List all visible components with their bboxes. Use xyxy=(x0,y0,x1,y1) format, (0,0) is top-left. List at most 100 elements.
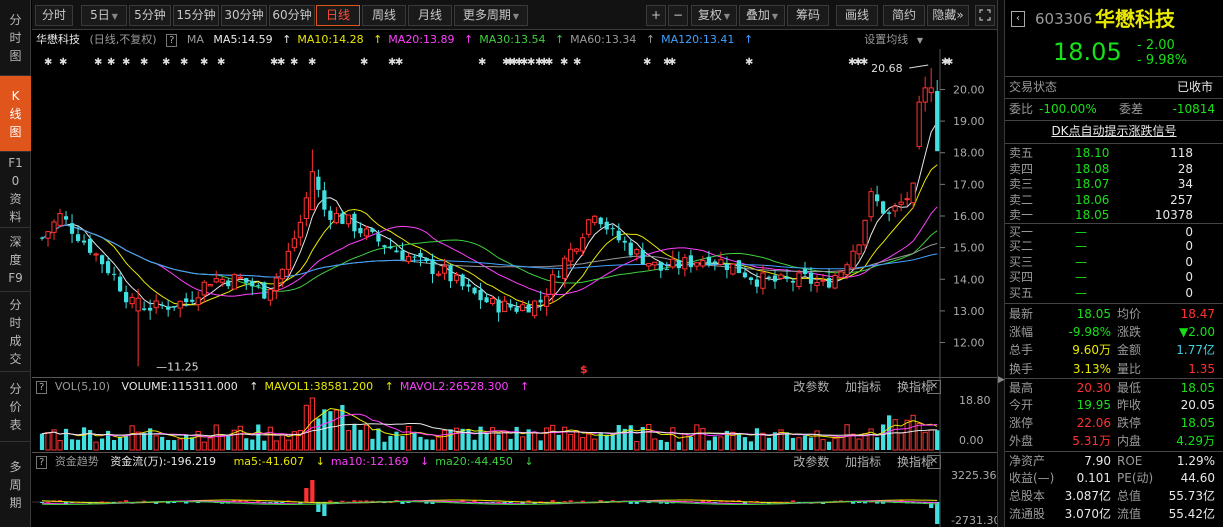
ma10-line xyxy=(41,164,938,306)
adjust-button[interactable]: 复权 ▼ xyxy=(691,5,737,26)
buy-level-row[interactable]: 买二 — 0 xyxy=(1005,238,1223,254)
volume-bar-down xyxy=(160,436,165,450)
stat-value: 5.31万 xyxy=(1072,434,1111,449)
chips-button[interactable]: 筹码 xyxy=(787,5,829,26)
candle-body-up xyxy=(904,198,910,201)
level-label: 卖一 xyxy=(1009,208,1034,222)
level-label: 买五 xyxy=(1009,285,1034,300)
panel-divider[interactable]: ▶ xyxy=(997,0,1005,527)
candle-body-down xyxy=(340,213,345,224)
candle-body-down xyxy=(81,240,87,243)
stat-value: 3.070亿 xyxy=(1064,507,1111,522)
volume-bar-up xyxy=(153,435,159,451)
weibi-label: 委比 xyxy=(1009,102,1034,116)
simple-button[interactable]: 简约 xyxy=(883,5,925,26)
fullscreen-button[interactable] xyxy=(975,5,995,26)
candle-body-down xyxy=(742,272,748,278)
nav-tab-timeshare[interactable]: 分时图 xyxy=(0,0,31,76)
sell-level-row[interactable]: 卖三 18.07 34 xyxy=(1005,176,1223,192)
draw-line-button[interactable]: 画线 xyxy=(836,5,878,26)
left-nav: 分时图 K线图 F10资料 深度F9 分时成交 分价表 多周期 xyxy=(0,0,31,527)
candle-body-down xyxy=(784,276,790,279)
nav-tab-kline[interactable]: K线图 xyxy=(0,76,31,152)
sell-level-row[interactable]: 卖二 18.06 257 xyxy=(1005,192,1223,208)
weicha-value: -10814 xyxy=(1172,102,1215,116)
kline-svg[interactable]: 20.00 19.00 18.00 17.00 16.00 15.00 14.00 13.00… xyxy=(32,31,997,377)
candle-body-up xyxy=(57,213,63,226)
level-label: 卖二 xyxy=(1009,192,1034,207)
sell-level-row[interactable]: 卖一 18.05 10378 xyxy=(1005,207,1223,223)
back-arrow-icon[interactable]: ‹ xyxy=(1011,11,1025,27)
volume-bar-down xyxy=(808,437,814,450)
level-price: 18.07 xyxy=(1075,177,1110,191)
stat-value: 3.087亿 xyxy=(1064,489,1111,503)
zoom-out-button[interactable]: − xyxy=(668,5,688,26)
candle-body-up xyxy=(441,265,448,274)
period-timeshare-button[interactable]: 分时 xyxy=(35,5,73,26)
candle-body-up xyxy=(363,228,370,237)
period-weekly-button[interactable]: 周线 xyxy=(362,5,406,26)
volume-bar-up xyxy=(814,430,820,451)
period-monthly-button[interactable]: 月线 xyxy=(408,5,452,26)
flow-bar xyxy=(562,501,567,503)
collapse-arrow-icon[interactable]: ▶ xyxy=(998,375,1005,385)
sell-level-row[interactable]: 卖五 18.10 118 xyxy=(1005,145,1223,161)
volume-bar-up xyxy=(796,437,802,451)
nav-tab-price-table[interactable]: 分价表 xyxy=(0,372,31,442)
period-5day-button[interactable]: 5日 ▼ xyxy=(81,5,127,26)
buy-level-row[interactable]: 买一 —0 xyxy=(1005,222,1223,239)
stat-label: 收益(—) xyxy=(1009,470,1055,485)
overlay-button[interactable]: 叠加 ▼ xyxy=(739,5,785,26)
buy-level-row[interactable]: 买三 — 0 xyxy=(1005,254,1223,270)
volume-bar-down xyxy=(250,439,255,450)
stat-label: 净资产 xyxy=(1009,453,1046,468)
period-60min-button[interactable]: 60分钟 xyxy=(269,5,315,26)
volume-bar-down xyxy=(142,432,147,450)
volume-bar-down xyxy=(935,430,940,450)
candle-body-down xyxy=(676,260,681,269)
period-more-button[interactable]: 更多周期 ▼ xyxy=(454,5,528,26)
nav-tab-depth[interactable]: 深度F9 xyxy=(0,228,31,292)
nav-tab-trades[interactable]: 分时成交 xyxy=(0,292,31,372)
volume-bar-up xyxy=(363,424,370,451)
hide-button[interactable]: 隐藏» xyxy=(927,5,969,26)
level-price: 18.05 xyxy=(1075,208,1110,222)
buy-level-row[interactable]: 买四 — 0 xyxy=(1005,269,1223,285)
candle-body-up xyxy=(838,271,844,279)
stat-row: 涨幅 -9.98% 涨跌 ▼2.00 xyxy=(1005,323,1223,341)
volume-bar-up xyxy=(670,427,676,451)
stat-value: -9.98% xyxy=(1068,325,1111,340)
volume-bar-up xyxy=(898,432,904,451)
flow-bar xyxy=(99,501,105,503)
stat-row: 外盘 5.31万 内盘 4.29万 xyxy=(1005,432,1223,450)
buy-level-row[interactable]: 买五 — 0 xyxy=(1005,285,1223,301)
candle-body-down xyxy=(538,299,543,303)
period-5min-button[interactable]: 5分钟 xyxy=(129,5,171,26)
dk-signal-link[interactable]: DK点自动提示涨跌信号 xyxy=(1005,120,1223,142)
candle-body-down xyxy=(935,91,940,152)
nav-tab-multi-period[interactable]: 多周期 xyxy=(0,442,31,527)
nav-tab-f10[interactable]: F10资料 xyxy=(0,152,31,228)
level-label: 买四 xyxy=(1009,270,1034,284)
flow-bar xyxy=(935,502,940,524)
level-label: 卖五 xyxy=(1009,146,1034,160)
zoom-in-button[interactable]: + xyxy=(646,5,666,26)
stat-row: 换手 3.13% 量比 1.35 xyxy=(1005,360,1223,378)
candle-body-down xyxy=(754,279,760,287)
period-30min-button[interactable]: 30分钟 xyxy=(221,5,267,26)
flow-bar xyxy=(123,500,129,502)
candle-body-down xyxy=(244,277,249,283)
event-star-marker: ✱ xyxy=(745,57,753,68)
volume-bar-up xyxy=(267,426,273,451)
period-daily-button[interactable]: 日线 xyxy=(316,5,360,26)
candle-body-down xyxy=(766,276,772,278)
volume-bar-down xyxy=(881,424,886,450)
fund-flow-svg: 3225.36 -2731.30 xyxy=(32,453,997,527)
dk-signal-text[interactable]: DK点自动提示涨跌信号 xyxy=(1051,124,1176,138)
flow-bar xyxy=(172,502,177,503)
price-change-pct: - 9.98% xyxy=(1137,53,1188,68)
stat-value: 7.90 xyxy=(1084,453,1111,468)
sell-level-row[interactable]: 卖四 18.08 28 xyxy=(1005,161,1223,177)
flow-bar xyxy=(628,502,633,504)
period-15min-button[interactable]: 15分钟 xyxy=(173,5,219,26)
